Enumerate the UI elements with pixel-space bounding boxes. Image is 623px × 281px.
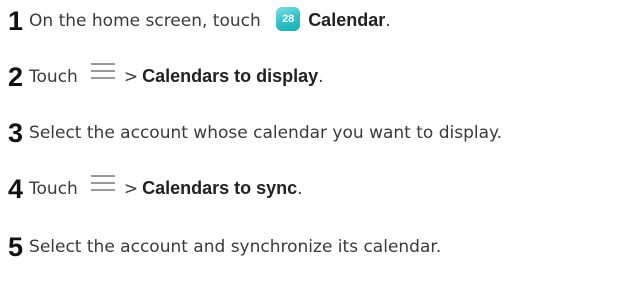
- step-text: Touch: [29, 57, 78, 97]
- step-text: Select the account and synchronize its c…: [29, 236, 442, 257]
- path-separator: >: [123, 66, 139, 87]
- menu-icon: [90, 167, 116, 207]
- step-number: 3: [8, 117, 24, 148]
- step-text-after: .: [318, 67, 324, 87]
- step-3: 3 Select the account whose calendar you w…: [8, 112, 502, 152]
- step-text-before: On the home screen, touch: [29, 11, 267, 31]
- step-text: Calendars to display.: [142, 56, 323, 97]
- step-number: 2: [8, 61, 24, 92]
- step-text-before: Touch: [29, 66, 78, 87]
- step-1: 1 On the home screen, touch 28 Calendar.: [8, 0, 391, 40]
- step-text: Calendars to sync.: [142, 168, 302, 209]
- step-text: On the home screen, touch 28 Calendar.: [29, 0, 391, 41]
- step-number: 5: [8, 231, 24, 262]
- step-bold-term: Calendars to display: [142, 66, 319, 86]
- step-5: 5 Select the account and synchronize its …: [8, 226, 441, 266]
- path-separator: >: [123, 178, 139, 199]
- step-bold-term: Calendar: [308, 10, 386, 30]
- step-text-after: .: [385, 11, 391, 31]
- step-2: 2 Touch > Calendars to display.: [8, 56, 324, 96]
- step-text: Select the account whose calendar you wa…: [29, 122, 503, 143]
- step-bold-term: Calendars to sync: [142, 178, 298, 198]
- calendar-app-icon: 28: [276, 7, 301, 31]
- step-number: 1: [8, 5, 24, 36]
- menu-icon: [90, 55, 116, 95]
- step-number: 4: [8, 173, 24, 204]
- step-text-after: .: [297, 179, 303, 199]
- step-4: 4 Touch > Calendars to sync.: [8, 168, 303, 208]
- step-text-before: Touch: [29, 178, 78, 199]
- step-text: Touch: [29, 169, 78, 209]
